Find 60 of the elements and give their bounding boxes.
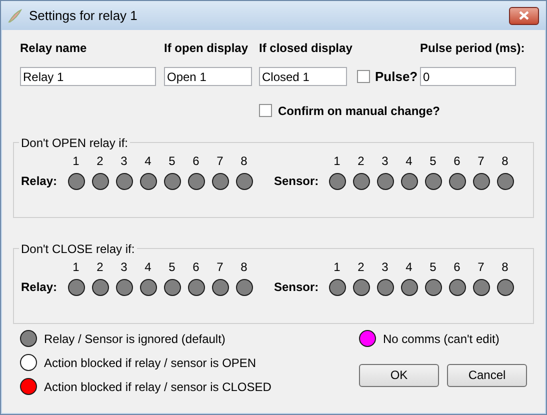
column-number: 4 — [406, 154, 412, 168]
group-title: Don't CLOSE relay if: — [20, 242, 136, 256]
row-label: Relay: — [21, 278, 58, 296]
field-label: If closed display — [259, 41, 354, 55]
column-number: 8 — [240, 260, 248, 274]
column-number: 5 — [430, 154, 436, 168]
column-number: 8 — [240, 154, 248, 168]
column-number: 4 — [406, 260, 412, 274]
column-number: 2 — [358, 260, 364, 274]
column-number: 7 — [216, 260, 224, 274]
column-number: 8 — [502, 260, 508, 274]
ok-button[interactable]: OK — [359, 364, 439, 386]
row-label: Relay: — [21, 172, 58, 190]
row-label: Sensor: — [274, 278, 320, 296]
checkbox-label: Pulse? — [375, 68, 419, 86]
column-number: 3 — [120, 260, 128, 274]
column-number: 4 — [144, 260, 152, 274]
column-number: 4 — [144, 154, 152, 168]
feather-icon — [7, 8, 23, 24]
column-number: 6 — [192, 154, 200, 168]
text-field[interactable]: Closed 1 — [259, 67, 347, 86]
column-number: 3 — [120, 154, 128, 168]
field-label: Relay name — [20, 41, 88, 55]
column-number: 2 — [96, 260, 104, 274]
column-number: 5 — [168, 154, 176, 168]
column-number: 7 — [478, 260, 484, 274]
column-number: 2 — [358, 154, 364, 168]
column-number: 3 — [382, 154, 388, 168]
cancel-button[interactable]: Cancel — [447, 364, 527, 386]
legend-text: Relay / Sensor is ignored (default) — [44, 330, 226, 348]
text-field[interactable]: Relay 1 — [20, 67, 156, 86]
row-label: Sensor: — [274, 172, 320, 190]
column-number: 6 — [454, 154, 460, 168]
column-number: 1 — [334, 260, 340, 274]
field-label: If open display — [164, 41, 250, 55]
legend-text: Action blocked if relay / sensor is OPEN — [44, 354, 256, 372]
column-number: 1 — [72, 260, 80, 274]
column-number: 5 — [168, 260, 176, 274]
text-field[interactable]: 0 — [420, 67, 516, 86]
column-number: 6 — [192, 260, 200, 274]
checkbox[interactable] — [357, 70, 370, 84]
checkbox-label: Confirm on manual change? — [278, 102, 440, 120]
close-button[interactable] — [509, 6, 539, 24]
text-field[interactable]: Open 1 — [164, 67, 252, 86]
column-number: 3 — [382, 260, 388, 274]
column-number: 2 — [96, 154, 104, 168]
column-number: 1 — [72, 154, 80, 168]
column-number: 8 — [502, 154, 508, 168]
group-title: Don't OPEN relay if: — [20, 136, 129, 150]
field-label: Pulse period (ms): — [420, 41, 525, 55]
column-number: 6 — [454, 260, 460, 274]
column-number: 1 — [334, 154, 340, 168]
legend-text: Action blocked if relay / sensor is CLOSED — [44, 378, 272, 396]
column-number: 7 — [478, 154, 484, 168]
column-number: 7 — [216, 154, 224, 168]
column-number: 5 — [430, 260, 436, 274]
legend-text: No comms (can't edit) — [383, 330, 500, 348]
close-icon — [519, 11, 529, 20]
window-title: Settings for relay 1 — [29, 6, 138, 25]
checkbox[interactable] — [259, 104, 272, 117]
